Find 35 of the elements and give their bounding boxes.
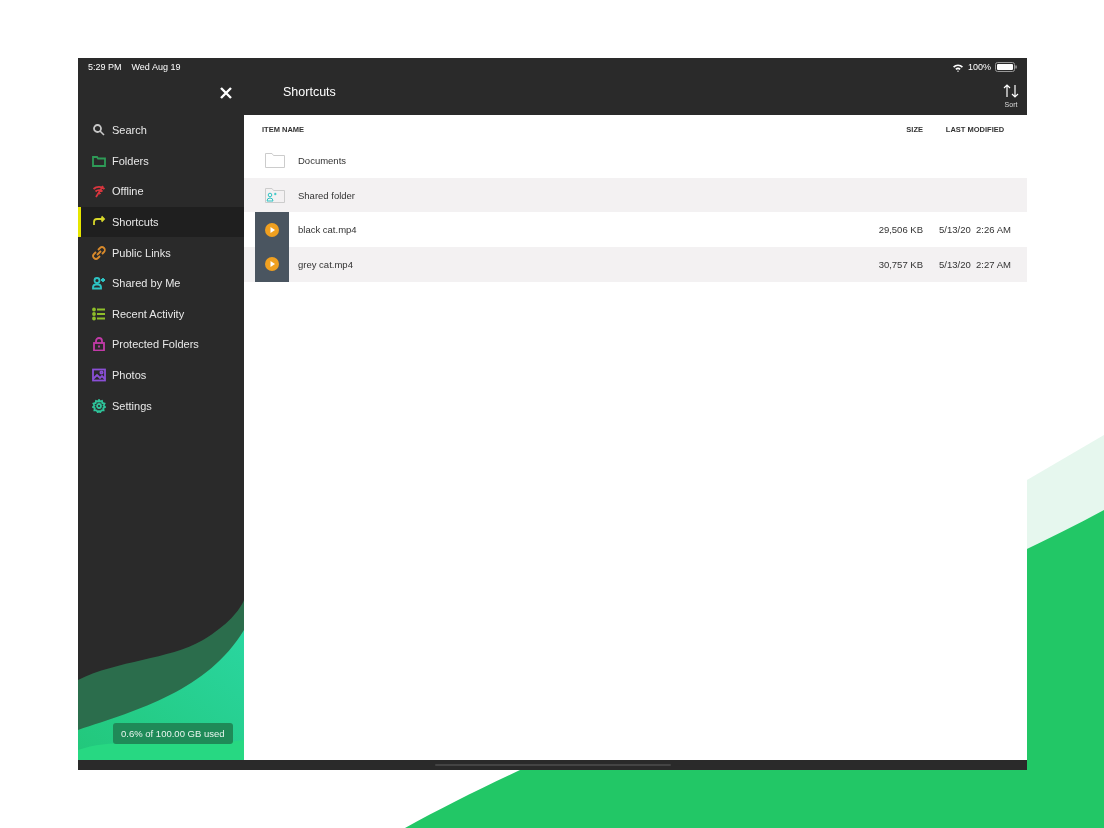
file-row[interactable]: Shared folder <box>244 177 1027 213</box>
file-size: 30,757 KB <box>877 258 923 270</box>
file-name: black cat.mp4 <box>298 224 358 236</box>
file-name: Shared folder <box>298 189 357 201</box>
sidebar-item[interactable]: Offline <box>78 176 244 207</box>
file-size: 29,506 KB <box>877 224 923 236</box>
folder-icon <box>265 152 285 168</box>
file-modified-date: 5/13/20 2:26 AM <box>938 224 1012 236</box>
close-icon <box>220 86 232 99</box>
file-modified-date: 5/13/20 2:27 AM <box>938 258 1012 270</box>
play-icon <box>265 222 279 237</box>
sidebar-item[interactable]: Photos <box>78 359 244 391</box>
file-name: grey cat.mp4 <box>298 258 354 270</box>
sidebar-item[interactable]: Shared by Me <box>78 267 244 299</box>
shared-folder-icon <box>265 187 285 203</box>
sidebar-item[interactable]: Shortcuts <box>78 206 244 238</box>
file-row[interactable]: grey cat.mp4 30,757 KB 5/13/20 2:27 AM <box>244 247 1027 282</box>
status-date: Wed Aug 19 <box>131 62 181 72</box>
file-row[interactable]: Documents <box>244 143 1027 178</box>
sidebar-item[interactable]: Folders <box>78 145 244 177</box>
status-time: 5:29 PM <box>88 62 122 72</box>
wifi-icon <box>951 62 964 72</box>
sidebar-item[interactable]: Settings <box>78 390 244 421</box>
page-title: Shortcuts <box>283 84 337 99</box>
file-name: Documents <box>298 154 348 166</box>
storage-usage-label: 0.6% of 100.00 GB used <box>113 723 233 744</box>
battery-percent: 100% <box>967 62 991 72</box>
sidebar-item[interactable]: Protected Folders <box>78 329 244 360</box>
sidebar-item[interactable]: Recent Activity <box>78 298 244 330</box>
sidebar-item[interactable]: Search <box>78 115 244 146</box>
sidebar-item[interactable]: Public Links <box>78 237 244 268</box>
battery-icon <box>995 62 1017 72</box>
file-row[interactable]: black cat.mp4 29,506 KB 5/13/20 2:26 AM <box>244 212 1027 248</box>
play-icon <box>265 257 279 272</box>
sort-icon <box>1003 83 1019 98</box>
